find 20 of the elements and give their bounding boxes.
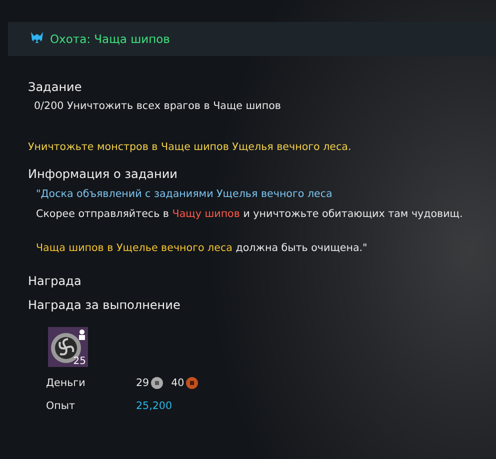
experience-value: 25,200 bbox=[136, 400, 172, 412]
summary-text: Уничтожьте монстров в Чаще шипов Ущелья вечного леса. bbox=[28, 141, 352, 153]
quest-title: Охота: Чаща шипов bbox=[50, 32, 170, 46]
objective-text: 0/200 Уничтожить всех врагов в Чаще шипов bbox=[34, 100, 282, 112]
description-text: Скорее отправляйтесь в Чащу шипов и уничтожьте обитающих там чудовищ. bbox=[36, 208, 464, 221]
reward-label: Деньги bbox=[46, 377, 86, 389]
section-heading: Информация о задании bbox=[28, 167, 178, 181]
description-text: "Доска объявлений с заданиями Ущелья вечного леса bbox=[36, 188, 334, 201]
reward-item-slot[interactable]: 25 bbox=[48, 327, 88, 367]
coin-icon bbox=[151, 377, 164, 389]
description-text: Чаща шипов в Ущелье вечного леса должна быть очищена." bbox=[36, 242, 368, 255]
coin-amount: 40 bbox=[171, 377, 184, 389]
coin-icon bbox=[186, 377, 198, 389]
item-count: 25 bbox=[73, 356, 86, 367]
coin-amount: 29 bbox=[136, 377, 150, 389]
section-heading: Награда bbox=[28, 274, 82, 288]
section-heading: Награда за выполнение bbox=[28, 298, 182, 312]
reward-label: Опыт bbox=[46, 400, 76, 412]
person-icon bbox=[78, 329, 86, 341]
section-heading: Задание bbox=[28, 80, 83, 94]
